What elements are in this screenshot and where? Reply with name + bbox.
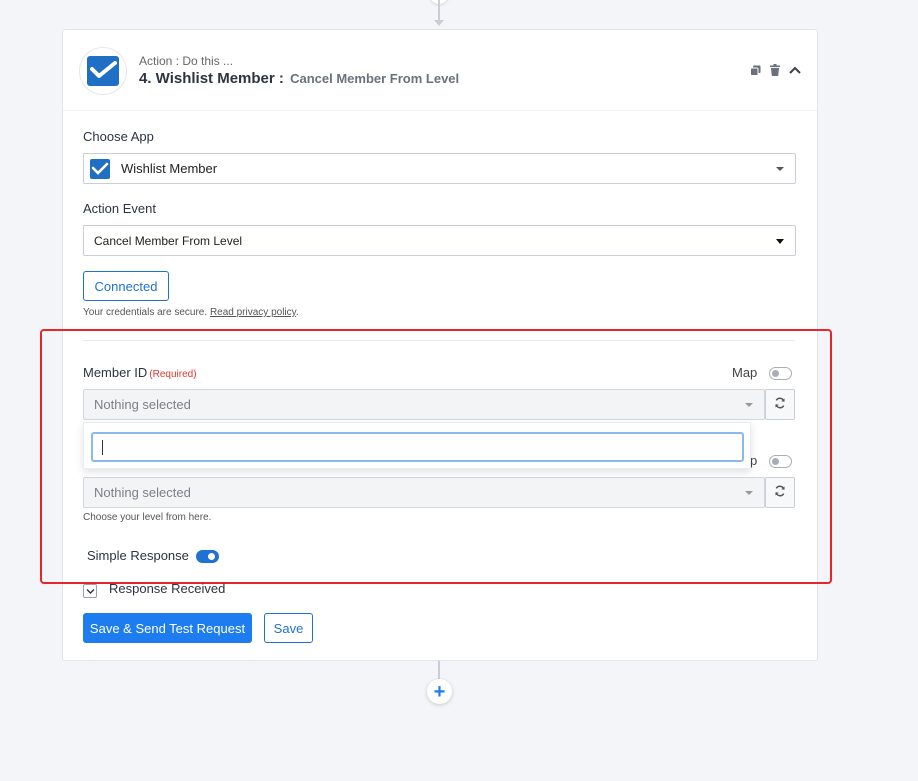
action-step-card: Action : Do this ... 4. Wishlist Member … <box>62 29 818 661</box>
member-id-label: Member ID (Required) <box>83 365 197 380</box>
member-id-label-text: Member ID <box>83 365 148 380</box>
step-title: 4. Wishlist Member : Cancel Member From … <box>139 70 459 87</box>
plus-icon: + <box>433 680 446 703</box>
step-app-title: 4. Wishlist Member : <box>139 70 284 87</box>
member-id-map-toggle[interactable] <box>769 367 792 380</box>
level-placeholder: Nothing selected <box>94 485 191 500</box>
add-step-button[interactable]: + <box>427 679 452 704</box>
response-received-label: Response Received <box>109 581 226 596</box>
member-id-refresh-button[interactable] <box>765 389 795 420</box>
level-select[interactable]: Nothing selected <box>83 477 765 508</box>
text-cursor <box>102 440 103 455</box>
member-id-dropdown <box>83 422 751 469</box>
required-badge: (Required) <box>149 369 197 380</box>
member-id-select[interactable]: Nothing selected <box>83 389 765 420</box>
chevron-down-icon <box>745 403 753 407</box>
choose-app-value: Wishlist Member <box>121 161 218 176</box>
level-map-toggle[interactable] <box>769 455 792 468</box>
connected-button[interactable]: Connected <box>83 271 169 301</box>
member-id-map-label: Map <box>732 365 758 380</box>
credentials-note-text: Your credentials are secure. <box>83 307 208 318</box>
simple-response-toggle[interactable] <box>196 550 219 563</box>
action-event-value: Cancel Member From Level <box>94 233 243 248</box>
level-refresh-button[interactable] <box>765 477 795 508</box>
action-event-select[interactable]: Cancel Member From Level <box>83 225 796 256</box>
trash-icon[interactable] <box>769 63 781 77</box>
header-actions <box>749 63 801 77</box>
card-header[interactable]: Action : Do this ... 4. Wishlist Member … <box>63 30 817 111</box>
wishlist-logo-icon <box>79 47 127 95</box>
choose-app-label: Choose App <box>83 129 154 144</box>
level-map-label: p <box>750 453 758 468</box>
choose-app-select[interactable]: Wishlist Member <box>83 153 796 184</box>
chevron-down-icon <box>776 239 784 244</box>
credentials-note-suffix: . <box>295 307 299 318</box>
copy-icon[interactable] <box>749 63 761 77</box>
action-event-label: Action Event <box>83 201 156 216</box>
save-button[interactable]: Save <box>264 613 313 643</box>
chevron-down-icon <box>776 167 784 171</box>
connector-arrow <box>434 20 444 26</box>
member-id-placeholder: Nothing selected <box>94 397 191 412</box>
save-and-send-test-button[interactable]: Save & Send Test Request <box>83 613 252 643</box>
connector-line-top <box>438 0 440 22</box>
privacy-policy-link[interactable]: Read privacy policy <box>210 307 296 318</box>
step-event-title: Cancel Member From Level <box>290 71 460 86</box>
refresh-icon <box>774 484 786 502</box>
chevron-down-icon <box>745 491 753 495</box>
section-divider <box>83 340 795 341</box>
chevron-up-icon[interactable] <box>789 63 801 77</box>
wishlist-logo-icon <box>90 158 110 179</box>
member-id-search-input[interactable] <box>91 432 744 462</box>
refresh-icon <box>774 396 786 414</box>
connector-line-bottom <box>438 661 440 679</box>
credentials-note: Your credentials are secure. Read privac… <box>83 307 299 318</box>
simple-response-label: Simple Response <box>87 548 189 563</box>
step-subtitle: Action : Do this ... <box>139 54 234 68</box>
level-hint: Choose your level from here. <box>83 512 212 523</box>
response-received-checkbox[interactable] <box>83 584 97 598</box>
